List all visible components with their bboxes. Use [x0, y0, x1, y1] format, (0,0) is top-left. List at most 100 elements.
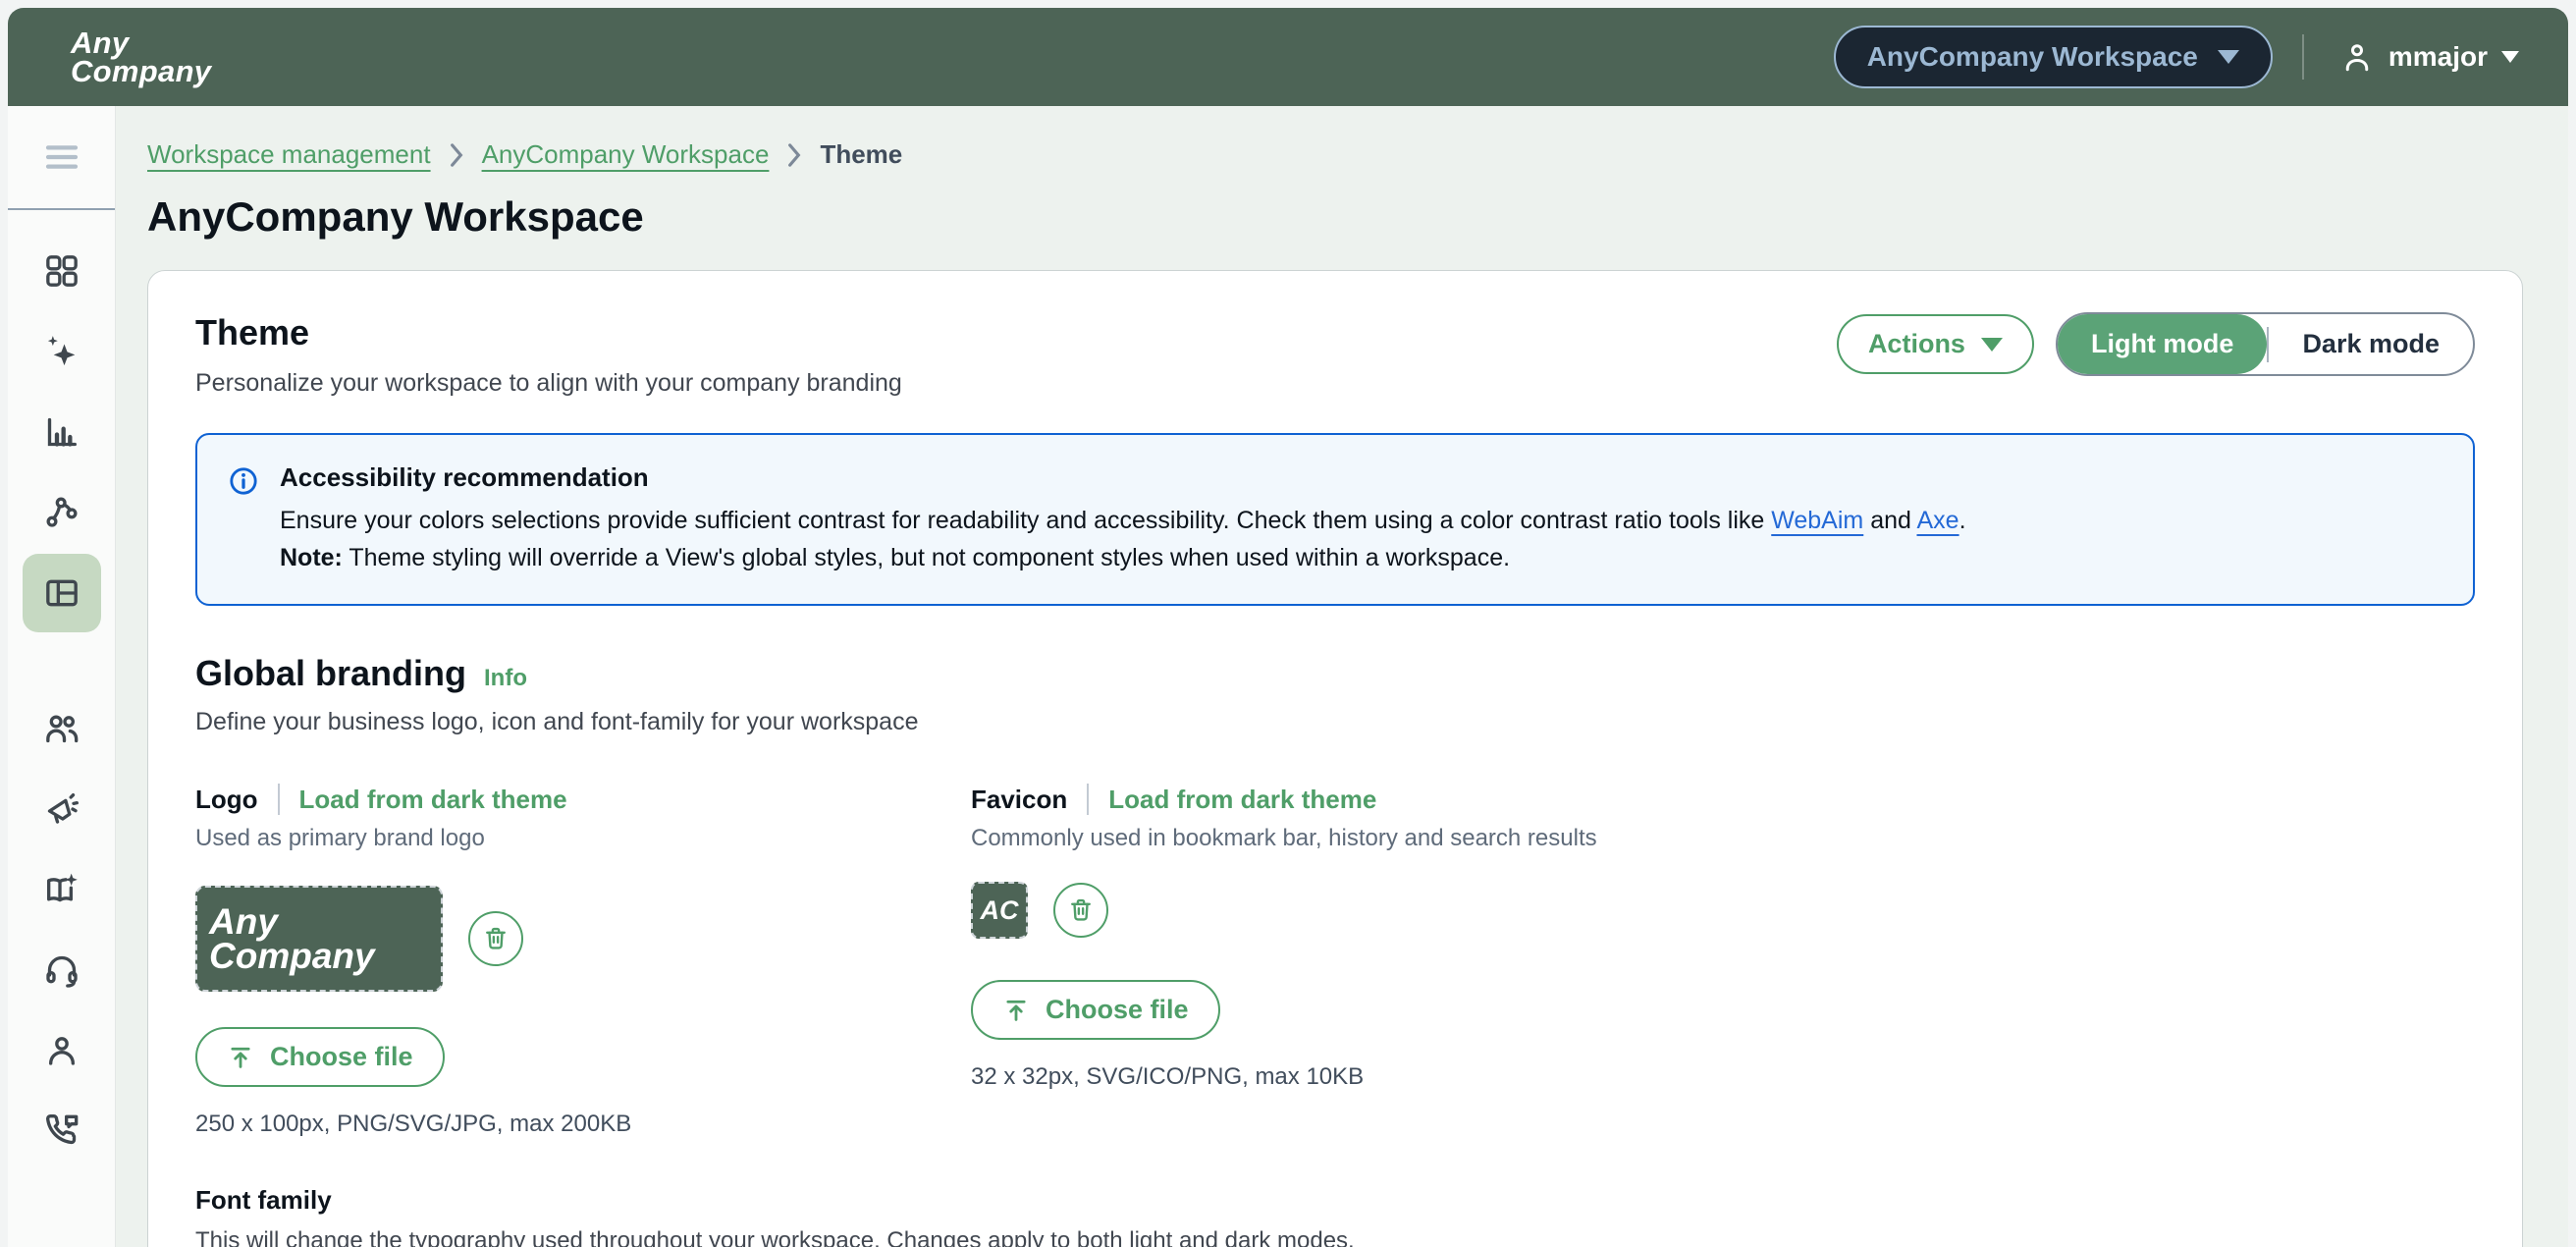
alert-note: Note: Theme styling will override a View…	[280, 540, 1966, 577]
favicon-file-requirements: 32 x 32px, SVG/ICO/PNG, max 10KB	[971, 1063, 1746, 1091]
phone-message-icon	[42, 1111, 81, 1151]
bar-chart-icon	[42, 412, 81, 452]
favicon-load-from-dark-theme-link[interactable]: Load from dark theme	[1108, 785, 1376, 815]
logo-description: Used as primary brand logo	[195, 825, 971, 852]
chevron-down-icon	[2218, 50, 2239, 64]
app-header: Any Company AnyCompany Workspace mmajor	[8, 8, 2568, 106]
info-icon	[227, 464, 260, 576]
favicon-preview-image: AC	[971, 882, 1028, 939]
logo-choose-file-button[interactable]: Choose file	[195, 1027, 445, 1087]
user-icon	[2339, 39, 2375, 75]
theme-section-subtitle: Personalize your workspace to align with…	[195, 369, 902, 398]
sidebar-item-announcements[interactable]	[23, 770, 101, 848]
sidebar-item-profile[interactable]	[23, 1011, 101, 1090]
favicon-choose-file-button[interactable]: Choose file	[971, 980, 1220, 1040]
alert-note-label: Note:	[280, 544, 343, 571]
users-icon	[42, 709, 81, 748]
favicon-upload-section: Favicon Load from dark theme Commonly us…	[971, 784, 1746, 1138]
alert-text-after: .	[1959, 507, 1966, 534]
favicon-description: Commonly used in bookmark bar, history a…	[971, 825, 1746, 852]
alert-text-between: and	[1863, 507, 1916, 534]
user-menu-button[interactable]: mmajor	[2334, 38, 2525, 76]
upload-icon	[1002, 997, 1030, 1024]
logo-choose-file-label: Choose file	[270, 1042, 413, 1072]
header-right: AnyCompany Workspace mmajor	[1834, 26, 2525, 88]
chevron-down-icon	[2501, 51, 2519, 63]
sidebar-item-workflow[interactable]	[23, 473, 101, 552]
hamburger-icon	[41, 136, 82, 178]
logo-label: Logo	[195, 785, 258, 815]
sidebar-item-support[interactable]	[23, 931, 101, 1009]
accessibility-alert: Accessibility recommendation Ensure your…	[195, 433, 2475, 606]
logo-load-from-dark-theme-link[interactable]: Load from dark theme	[299, 785, 567, 815]
sidebar	[8, 106, 116, 1247]
mode-toggle: Light mode Dark mode	[2056, 312, 2475, 376]
workspace-switcher-label: AnyCompany Workspace	[1867, 41, 2198, 73]
sidebar-item-ai-assistant[interactable]	[23, 312, 101, 391]
light-mode-button[interactable]: Light mode	[2058, 314, 2267, 374]
theme-card: Theme Personalize your workspace to alig…	[147, 270, 2523, 1247]
favicon-choose-file-label: Choose file	[1046, 995, 1189, 1025]
label-divider	[278, 784, 280, 815]
company-logo: Any Company	[71, 28, 211, 86]
logo-preview-line1: Any	[209, 904, 441, 939]
user-name-label: mmajor	[2388, 41, 2488, 73]
chevron-down-icon	[1981, 338, 2003, 352]
sidebar-item-theme-layout[interactable]	[23, 554, 101, 632]
megaphone-icon	[42, 789, 81, 829]
delete-logo-button[interactable]	[468, 911, 523, 966]
actions-button[interactable]: Actions	[1837, 314, 2034, 374]
sidebar-item-analytics[interactable]	[23, 393, 101, 471]
logo-upload-section: Logo Load from dark theme Used as primar…	[195, 784, 971, 1138]
theme-section-title: Theme	[195, 312, 902, 353]
upload-icon	[227, 1044, 254, 1071]
alert-body: Ensure your colors selections provide su…	[280, 503, 1966, 540]
font-family-label: Font family	[195, 1185, 2475, 1216]
delete-favicon-button[interactable]	[1053, 883, 1108, 938]
sidebar-item-guide[interactable]	[23, 850, 101, 929]
chevron-right-icon	[449, 142, 464, 168]
alert-note-body: Theme styling will override a View's glo…	[343, 544, 1510, 571]
app-frame: Any Company AnyCompany Workspace mmajor	[0, 0, 2576, 1247]
sparkle-icon	[42, 332, 81, 371]
sidebar-item-contact[interactable]	[23, 1092, 101, 1170]
actions-button-label: Actions	[1868, 329, 1965, 359]
company-logo-line2: Company	[71, 57, 211, 85]
global-branding-title: Global branding	[195, 653, 466, 694]
layout-icon	[42, 573, 81, 613]
alert-text-before: Ensure your colors selections provide su…	[280, 507, 1771, 534]
headset-icon	[42, 950, 81, 990]
webaim-link[interactable]: WebAim	[1771, 507, 1863, 534]
company-logo-line1: Any	[71, 28, 211, 57]
breadcrumb: Workspace management AnyCompany Workspac…	[147, 139, 2523, 170]
logo-preview-line2: Company	[209, 939, 441, 973]
dark-mode-button[interactable]: Dark mode	[2269, 314, 2473, 374]
book-sparkle-icon	[42, 870, 81, 909]
label-divider	[1087, 784, 1089, 815]
logo-file-requirements: 250 x 100px, PNG/SVG/JPG, max 200KB	[195, 1111, 971, 1138]
main-content: Workspace management AnyCompany Workspac…	[116, 106, 2568, 1247]
trash-icon	[481, 924, 510, 953]
logo-preview-image: Any Company	[195, 886, 443, 992]
font-family-description: This will change the typography used thr…	[195, 1227, 2475, 1247]
sidebar-item-dashboard[interactable]	[23, 232, 101, 310]
workspace-switcher-button[interactable]: AnyCompany Workspace	[1834, 26, 2273, 88]
trash-icon	[1066, 895, 1096, 925]
font-family-section: Font family This will change the typogra…	[195, 1185, 2475, 1247]
person-icon	[42, 1031, 81, 1070]
sidebar-menu-button[interactable]	[8, 106, 115, 208]
breadcrumb-workspace[interactable]: AnyCompany Workspace	[482, 139, 770, 170]
branch-icon	[42, 493, 81, 532]
favicon-preview-text: AC	[981, 895, 1019, 926]
alert-title: Accessibility recommendation	[280, 462, 1966, 493]
sidebar-item-users[interactable]	[23, 689, 101, 768]
global-branding-subtitle: Define your business logo, icon and font…	[195, 708, 2475, 736]
breadcrumb-workspace-management[interactable]: Workspace management	[147, 139, 431, 170]
page-title: AnyCompany Workspace	[147, 193, 2523, 241]
axe-link[interactable]: Axe	[1916, 507, 1959, 534]
favicon-label: Favicon	[971, 785, 1067, 815]
dashboard-icon	[42, 251, 81, 291]
header-divider	[2302, 34, 2304, 80]
chevron-right-icon	[786, 142, 802, 168]
info-link[interactable]: Info	[484, 665, 527, 692]
